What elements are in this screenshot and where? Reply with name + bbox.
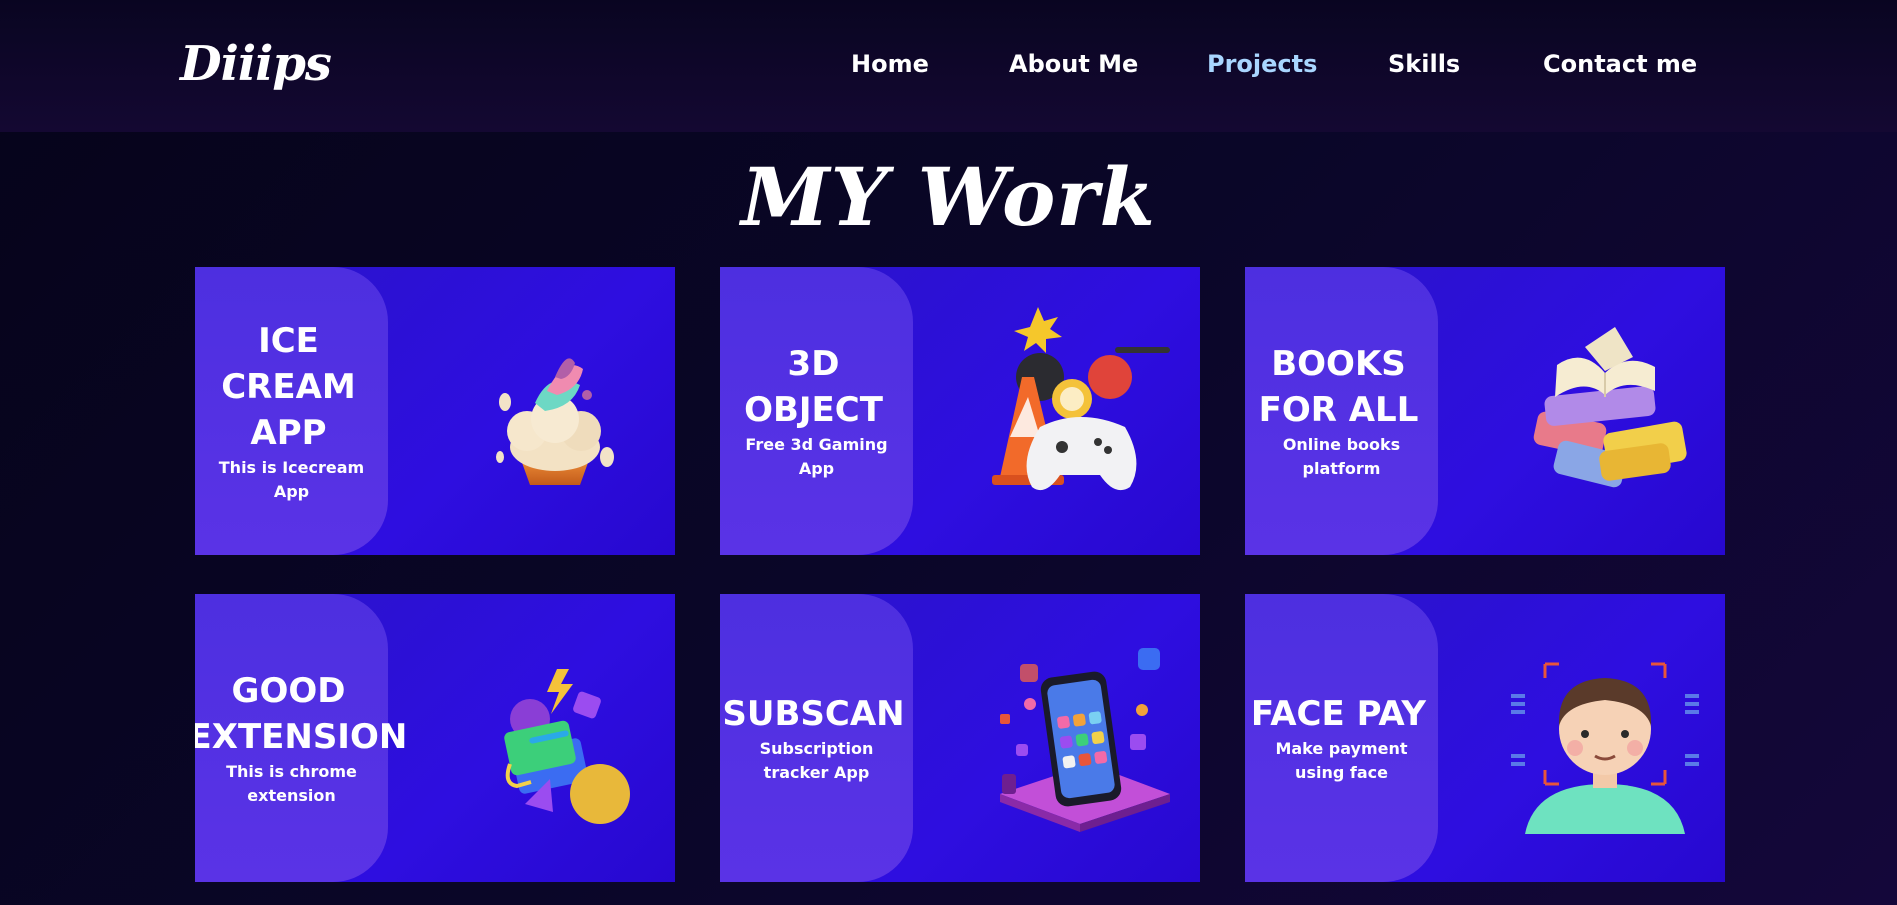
project-card-subscan[interactable]: SUBSCAN Subscription tracker App: [720, 594, 1200, 882]
shapes-icon: [504, 669, 630, 824]
project-card-good-extension[interactable]: GOOD EXTENSION This is chrome extension: [195, 594, 675, 882]
card-title: BOOKS FOR ALL: [1258, 344, 1419, 430]
project-card-books[interactable]: BOOKS FOR ALL Online books platform: [1245, 267, 1725, 555]
gamepad-icon: [992, 307, 1170, 491]
nav-contact-me[interactable]: Contact me: [1543, 50, 1697, 78]
card-info-panel: SUBSCAN Subscription tracker App: [720, 594, 913, 882]
project-card-3d-object[interactable]: 3D OBJECT Free 3d Gaming App: [720, 267, 1200, 555]
card-info-panel: GOOD EXTENSION This is chrome extension: [195, 594, 408, 882]
nav-projects[interactable]: Projects: [1207, 50, 1317, 78]
card-subtitle: This is chrome extension: [226, 762, 357, 805]
page-title: MY Work: [741, 150, 1156, 244]
card-title: FACE PAY: [1250, 694, 1427, 734]
main-nav: Home About Me Projects Skills Contact me: [0, 50, 1897, 84]
card-subtitle: Online books platform: [1282, 435, 1401, 478]
card-info-panel: 3D OBJECT Free 3d Gaming App: [720, 267, 913, 555]
card-title: GOOD EXTENSION: [195, 671, 408, 757]
card-subtitle: Free 3d Gaming App: [745, 435, 888, 478]
nav-home[interactable]: Home: [851, 50, 929, 78]
nav-about-me[interactable]: About Me: [1009, 50, 1138, 78]
nav-skills[interactable]: Skills: [1388, 50, 1460, 78]
ice-cream-icon: [496, 358, 614, 485]
card-title: SUBSCAN: [722, 694, 905, 734]
site-header: Diiips Home About Me Projects Skills Con…: [0, 0, 1897, 132]
card-subtitle: Make payment using face: [1275, 739, 1408, 782]
card-title: 3D OBJECT: [744, 344, 883, 430]
card-info-panel: BOOKS FOR ALL Online books platform: [1245, 267, 1438, 555]
card-subtitle: This is Icecream App: [218, 458, 365, 501]
project-card-ice-cream[interactable]: ICE CREAM APP This is Icecream App: [195, 267, 675, 555]
books-icon: [1533, 327, 1687, 488]
face-scan-icon: [1511, 662, 1699, 834]
card-info-panel: FACE PAY Make payment using face: [1245, 594, 1438, 882]
card-title: ICE CREAM APP: [221, 321, 356, 453]
card-info-panel: ICE CREAM APP This is Icecream App: [195, 267, 388, 555]
phone-apps-icon: [1000, 648, 1170, 832]
project-card-face-pay[interactable]: FACE PAY Make payment using face: [1245, 594, 1725, 882]
card-subtitle: Subscription tracker App: [759, 739, 874, 782]
